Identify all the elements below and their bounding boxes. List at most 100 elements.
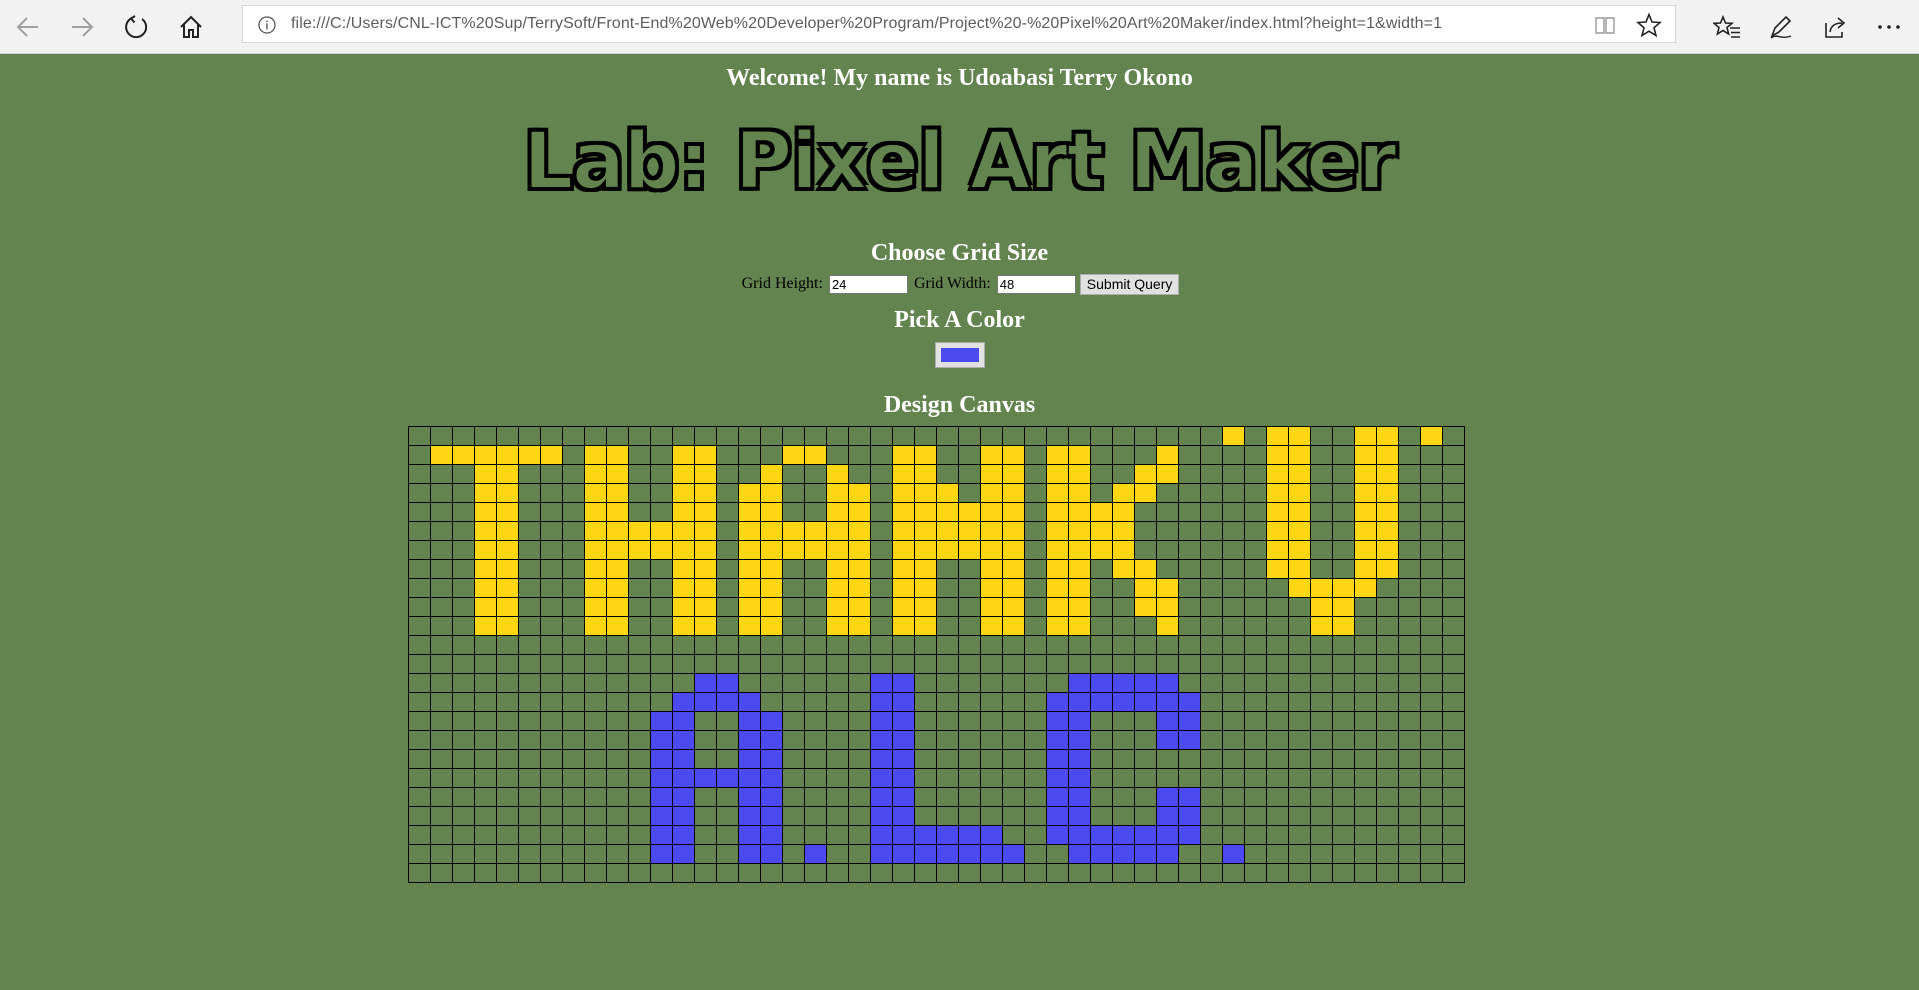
- canvas-cell[interactable]: [782, 806, 805, 826]
- canvas-cell[interactable]: [430, 426, 453, 446]
- canvas-cell[interactable]: [474, 768, 497, 788]
- canvas-cell[interactable]: [1046, 654, 1069, 674]
- canvas-cell[interactable]: [562, 825, 585, 845]
- canvas-cell[interactable]: [848, 445, 871, 465]
- canvas-cell[interactable]: [1266, 844, 1289, 864]
- canvas-cell[interactable]: [1024, 730, 1047, 750]
- canvas-cell[interactable]: [1046, 521, 1069, 541]
- canvas-cell[interactable]: [628, 559, 651, 579]
- canvas-cell[interactable]: [1112, 806, 1135, 826]
- canvas-cell[interactable]: [584, 559, 607, 579]
- canvas-cell[interactable]: [1134, 863, 1157, 883]
- canvas-cell[interactable]: [870, 597, 893, 617]
- canvas-cell[interactable]: [540, 730, 563, 750]
- canvas-cell[interactable]: [408, 616, 431, 636]
- canvas-cell[interactable]: [1398, 521, 1421, 541]
- canvas-cell[interactable]: [1222, 730, 1245, 750]
- canvas-cell[interactable]: [694, 673, 717, 693]
- canvas-cell[interactable]: [1288, 806, 1311, 826]
- canvas-cell[interactable]: [606, 616, 629, 636]
- canvas-cell[interactable]: [1134, 673, 1157, 693]
- canvas-cell[interactable]: [1002, 464, 1025, 484]
- canvas-cell[interactable]: [936, 673, 959, 693]
- canvas-cell[interactable]: [1376, 787, 1399, 807]
- canvas-cell[interactable]: [848, 749, 871, 769]
- canvas-cell[interactable]: [1156, 521, 1179, 541]
- canvas-cell[interactable]: [650, 673, 673, 693]
- canvas-cell[interactable]: [452, 464, 475, 484]
- canvas-cell[interactable]: [914, 787, 937, 807]
- canvas-cell[interactable]: [848, 806, 871, 826]
- canvas-cell[interactable]: [496, 730, 519, 750]
- canvas-cell[interactable]: [980, 445, 1003, 465]
- canvas-cell[interactable]: [496, 578, 519, 598]
- canvas-cell[interactable]: [562, 749, 585, 769]
- canvas-cell[interactable]: [870, 768, 893, 788]
- canvas-cell[interactable]: [1112, 844, 1135, 864]
- canvas-cell[interactable]: [518, 521, 541, 541]
- canvas-cell[interactable]: [408, 711, 431, 731]
- canvas-cell[interactable]: [1420, 502, 1443, 522]
- canvas-cell[interactable]: [738, 692, 761, 712]
- canvas-cell[interactable]: [1442, 692, 1465, 712]
- canvas-cell[interactable]: [650, 597, 673, 617]
- canvas-cell[interactable]: [1376, 711, 1399, 731]
- canvas-cell[interactable]: [1156, 825, 1179, 845]
- canvas-cell[interactable]: [474, 749, 497, 769]
- canvas-cell[interactable]: [1024, 426, 1047, 446]
- canvas-cell[interactable]: [1046, 806, 1069, 826]
- canvas-cell[interactable]: [452, 749, 475, 769]
- canvas-cell[interactable]: [1046, 502, 1069, 522]
- canvas-cell[interactable]: [804, 445, 827, 465]
- canvas-cell[interactable]: [914, 445, 937, 465]
- canvas-cell[interactable]: [1332, 559, 1355, 579]
- home-button[interactable]: [172, 8, 210, 46]
- canvas-cell[interactable]: [452, 730, 475, 750]
- canvas-cell[interactable]: [1442, 559, 1465, 579]
- canvas-cell[interactable]: [1376, 445, 1399, 465]
- canvas-cell[interactable]: [1024, 711, 1047, 731]
- canvas-cell[interactable]: [1222, 635, 1245, 655]
- canvas-cell[interactable]: [408, 654, 431, 674]
- canvas-cell[interactable]: [1442, 483, 1465, 503]
- canvas-cell[interactable]: [716, 711, 739, 731]
- canvas-cell[interactable]: [760, 597, 783, 617]
- forward-button[interactable]: [63, 8, 101, 46]
- canvas-cell[interactable]: [716, 806, 739, 826]
- canvas-cell[interactable]: [1288, 426, 1311, 446]
- canvas-cell[interactable]: [1420, 426, 1443, 446]
- canvas-cell[interactable]: [1398, 502, 1421, 522]
- canvas-cell[interactable]: [1310, 806, 1333, 826]
- canvas-cell[interactable]: [1024, 502, 1047, 522]
- canvas-cell[interactable]: [1002, 654, 1025, 674]
- canvas-cell[interactable]: [1310, 673, 1333, 693]
- canvas-cell[interactable]: [848, 654, 871, 674]
- canvas-cell[interactable]: [672, 540, 695, 560]
- canvas-cell[interactable]: [848, 483, 871, 503]
- canvas-cell[interactable]: [1090, 673, 1113, 693]
- canvas-cell[interactable]: [1002, 825, 1025, 845]
- canvas-cell[interactable]: [716, 768, 739, 788]
- canvas-cell[interactable]: [870, 616, 893, 636]
- canvas-cell[interactable]: [1332, 844, 1355, 864]
- canvas-cell[interactable]: [1310, 578, 1333, 598]
- canvas-cell[interactable]: [936, 825, 959, 845]
- canvas-cell[interactable]: [1156, 806, 1179, 826]
- canvas-cell[interactable]: [936, 654, 959, 674]
- canvas-cell[interactable]: [804, 559, 827, 579]
- canvas-cell[interactable]: [1354, 711, 1377, 731]
- canvas-cell[interactable]: [980, 483, 1003, 503]
- canvas-cell[interactable]: [826, 426, 849, 446]
- canvas-cell[interactable]: [452, 711, 475, 731]
- canvas-cell[interactable]: [848, 692, 871, 712]
- canvas-cell[interactable]: [782, 502, 805, 522]
- canvas-cell[interactable]: [1420, 616, 1443, 636]
- canvas-cell[interactable]: [782, 768, 805, 788]
- canvas-cell[interactable]: [870, 445, 893, 465]
- canvas-cell[interactable]: [804, 464, 827, 484]
- canvas-cell[interactable]: [760, 806, 783, 826]
- canvas-cell[interactable]: [1442, 825, 1465, 845]
- canvas-cell[interactable]: [628, 540, 651, 560]
- canvas-cell[interactable]: [1002, 730, 1025, 750]
- canvas-cell[interactable]: [716, 578, 739, 598]
